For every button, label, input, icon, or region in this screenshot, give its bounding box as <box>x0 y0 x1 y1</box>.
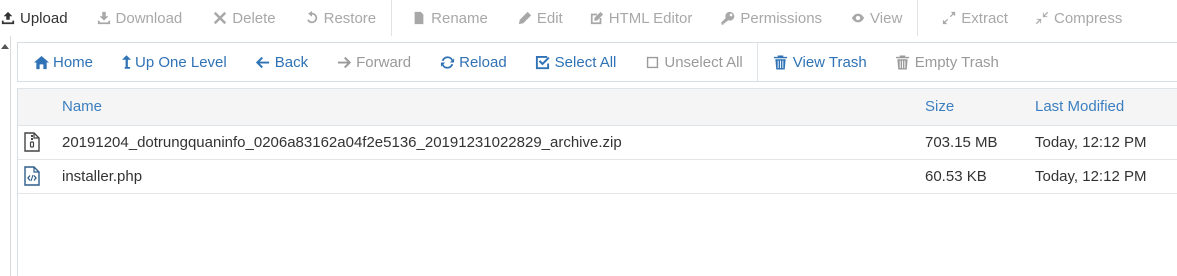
file-name[interactable]: 20191204_dotrungquaninfo_0206a83162a04f2… <box>62 126 622 159</box>
close-icon <box>212 10 228 26</box>
file-name[interactable]: installer.php <box>62 160 142 193</box>
home-icon <box>33 54 49 70</box>
code-file-icon <box>24 166 40 186</box>
column-header-size[interactable]: Size <box>925 89 954 125</box>
file-size: 703.15 MB <box>925 134 998 151</box>
back-button[interactable]: Back <box>255 43 308 81</box>
file-size: 60.53 KB <box>925 168 987 185</box>
download-icon <box>96 10 112 26</box>
empty-trash-button[interactable]: Empty Trash <box>895 43 999 81</box>
zip-file-icon <box>24 132 40 152</box>
column-header-last-modified[interactable]: Last Modified <box>1035 89 1124 125</box>
compress-button[interactable]: Compress <box>1034 0 1122 36</box>
arrow-right-icon <box>336 54 352 70</box>
file-icon <box>411 10 427 26</box>
level-up-icon <box>121 54 131 70</box>
undo-icon <box>304 10 320 26</box>
nav-divider <box>756 43 758 81</box>
download-button[interactable]: Download <box>96 0 182 36</box>
unselect-all-button[interactable]: Unselect All <box>644 43 743 81</box>
checkbox-empty-icon <box>644 54 660 70</box>
left-panel-gutter <box>0 36 11 276</box>
toolbar-divider <box>391 0 393 36</box>
home-button[interactable]: Home <box>33 43 93 81</box>
compress-icon <box>1034 10 1050 26</box>
restore-button[interactable]: Restore <box>304 0 376 36</box>
pencil-icon <box>517 10 533 26</box>
up-one-level-button[interactable]: Up One Level <box>121 43 227 81</box>
collapse-caret-icon[interactable] <box>1 44 9 49</box>
trash-icon <box>895 54 911 70</box>
extract-button[interactable]: Extract <box>941 0 1008 36</box>
upload-button[interactable]: Upload <box>0 0 68 36</box>
upload-icon <box>0 10 16 26</box>
file-last-modified: Today, 12:12 PM <box>1035 134 1147 151</box>
table-row[interactable]: installer.php 60.53 KB Today, 12:12 PM <box>18 160 1177 194</box>
expand-icon <box>941 10 957 26</box>
navigation-bar: Home Up One Level Back Forward Reload Se… <box>17 42 1177 82</box>
permissions-button[interactable]: Permissions <box>720 0 822 36</box>
select-all-button[interactable]: Select All <box>535 43 616 81</box>
view-trash-button[interactable]: View Trash <box>773 43 867 81</box>
rename-button[interactable]: Rename <box>411 0 488 36</box>
checkbox-checked-icon <box>535 54 551 70</box>
reload-button[interactable]: Reload <box>439 43 507 81</box>
eye-icon <box>850 10 866 26</box>
column-header-name[interactable]: Name <box>62 89 102 125</box>
file-manager-toolbar: Upload Download Delete Restore Rename Ed… <box>0 0 1177 36</box>
edit-button[interactable]: Edit <box>517 0 563 36</box>
refresh-icon <box>439 54 455 70</box>
html-editor-button[interactable]: HTML Editor <box>589 0 692 36</box>
edit-square-icon <box>589 10 605 26</box>
file-list-table: Name Size Last Modified 20191204_dotrung… <box>17 88 1177 276</box>
arrow-left-icon <box>255 54 271 70</box>
table-row[interactable]: 20191204_dotrungquaninfo_0206a83162a04f2… <box>18 126 1177 160</box>
forward-button[interactable]: Forward <box>336 43 411 81</box>
file-last-modified: Today, 12:12 PM <box>1035 168 1147 185</box>
key-icon <box>720 10 736 26</box>
toolbar-divider <box>917 0 919 36</box>
delete-button[interactable]: Delete <box>212 0 276 36</box>
view-button[interactable]: View <box>850 0 902 36</box>
table-header: Name Size Last Modified <box>18 88 1177 126</box>
trash-icon <box>773 54 789 70</box>
